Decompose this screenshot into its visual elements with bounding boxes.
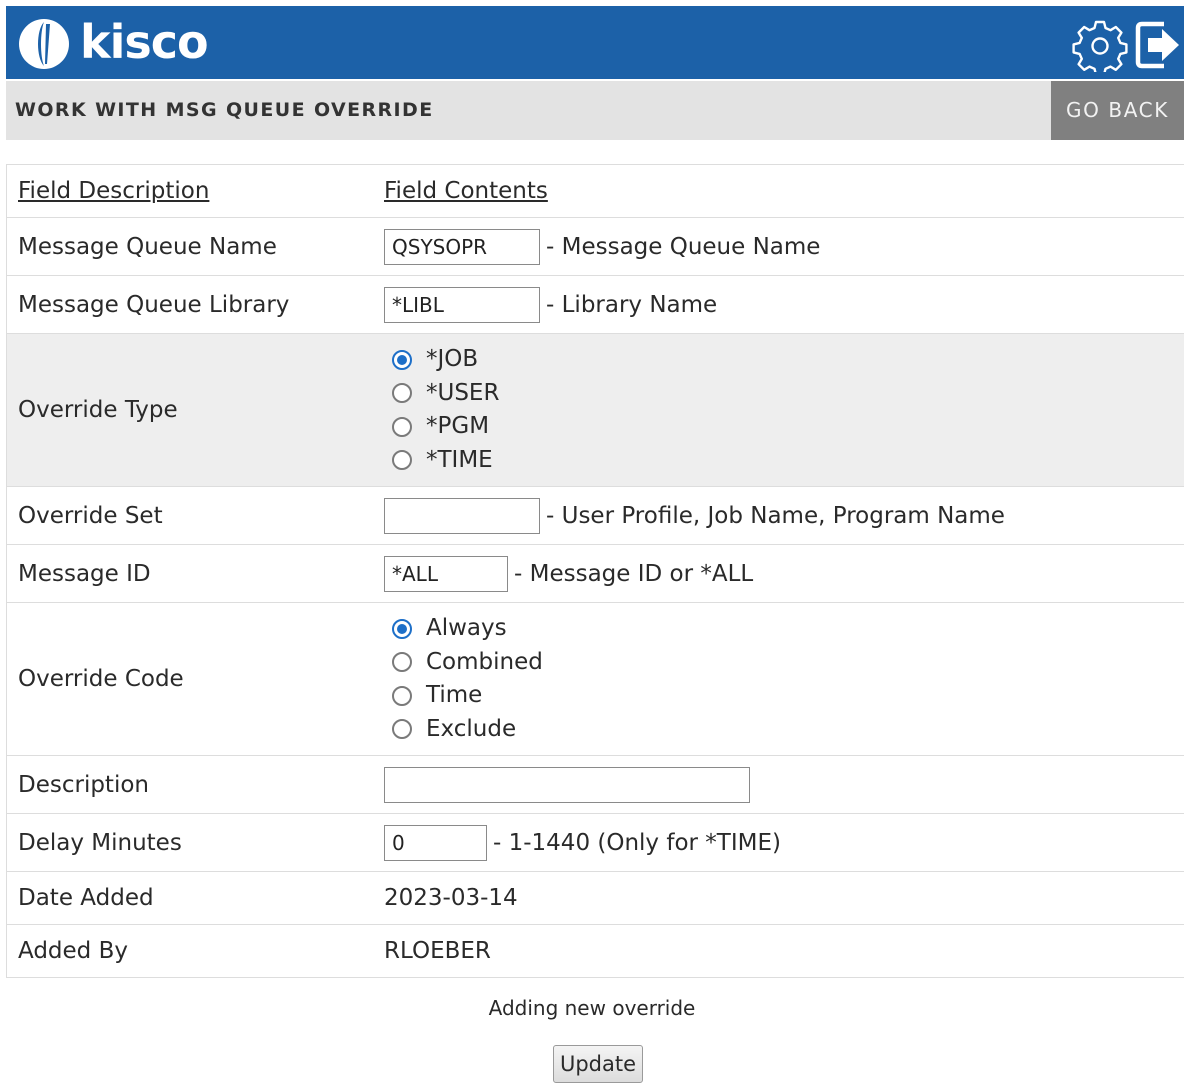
radio-option[interactable]: *PGM [392,410,1184,444]
exit-icon[interactable] [1134,16,1184,72]
field-label: Override Type [6,333,384,487]
radio-label: Always [426,615,507,641]
radio-label: Combined [426,648,543,675]
radio-button[interactable] [392,719,412,740]
field-label: Date Added [6,871,384,925]
page-title: WORK WITH MSG QUEUE OVERRIDE [15,99,434,121]
title-bar: WORK WITH MSG QUEUE OVERRIDE GO BACK [6,81,1184,140]
row-override-code: Override Code Always Combined Time Exclu… [6,602,1184,756]
row-message-queue-library: Message Queue Library *LIBL - Library Nam… [6,275,1184,334]
gear-icon[interactable] [1072,16,1128,72]
radio-label: Time [426,682,483,708]
message-id-input[interactable]: *ALL [384,555,508,592]
header-bar: kisco [6,6,1184,79]
added-by-value: RLOEBER [384,924,1184,978]
field-label: Message Queue Name [6,217,384,276]
override-set-input[interactable] [384,497,540,534]
row-added-by: Added By RLOEBER [6,924,1184,978]
table-header-row: Field Description Field Contents [6,164,1184,218]
radio-button-selected[interactable] [392,349,412,370]
brand-name: kisco [80,15,209,69]
go-back-button[interactable]: GO BACK [1051,81,1184,140]
field-hint: - Message Queue Name [546,233,821,260]
radio-button[interactable] [392,416,412,437]
date-added-value: 2023-03-14 [384,871,1184,925]
field-hint: - Message ID or *ALL [514,560,754,587]
description-input[interactable] [384,766,750,803]
radio-button[interactable] [392,450,412,471]
radio-option[interactable]: Combined [392,646,1184,680]
field-hint: - 1-1440 (Only for *TIME) [493,829,781,856]
delay-minutes-input[interactable]: 0 [384,824,487,861]
column-header-field-description[interactable]: Field Description [18,178,209,204]
row-override-type: Override Type *JOB *USER *PGM *TIME [6,333,1184,487]
radio-label: Exclude [426,715,517,742]
radio-option[interactable]: *USER [392,377,1184,411]
override-code-radio-group: Always Combined Time Exclude [384,606,1184,752]
radio-label: *TIME [426,446,493,473]
radio-option[interactable]: Time [392,679,1184,713]
radio-button[interactable] [392,383,412,404]
radio-option[interactable]: Exclude [392,713,1184,747]
update-button[interactable]: Update [553,1045,643,1083]
row-description: Description [6,755,1184,814]
radio-button[interactable] [392,652,412,673]
radio-option[interactable]: *JOB [392,343,1184,377]
field-label: Description [6,755,384,814]
field-hint: - Library Name [546,291,718,318]
field-hint: - User Profile, Job Name, Program Name [546,502,1005,529]
status-message: Adding new override [488,996,696,1020]
field-label: Delay Minutes [6,813,384,872]
field-label: Override Code [6,602,384,756]
field-label: Added By [6,924,384,978]
row-date-added: Date Added 2023-03-14 [6,871,1184,925]
row-delay-minutes: Delay Minutes 0- 1-1440 (Only for *TIME) [6,813,1184,872]
radio-button[interactable] [392,685,412,706]
field-label: Message ID [6,544,384,603]
row-message-id: Message ID *ALL - Message ID or *ALL [6,544,1184,603]
column-header-field-contents[interactable]: Field Contents [384,178,548,204]
radio-button-selected[interactable] [392,618,412,639]
row-message-queue-name: Message Queue Name QSYSOPR - Message Queu… [6,217,1184,276]
radio-label: *USER [426,379,500,406]
radio-label: *PGM [426,413,490,439]
radio-label: *JOB [426,346,479,372]
row-override-set: Override Set - User Profile, Job Name, P… [6,486,1184,545]
override-form-table: Field Description Field Contents Message… [6,164,1184,978]
override-type-radio-group: *JOB *USER *PGM *TIME [384,337,1184,483]
message-queue-name-input[interactable]: QSYSOPR [384,228,540,265]
radio-option[interactable]: Always [392,612,1184,646]
message-queue-library-input[interactable]: *LIBL [384,286,540,323]
field-label: Override Set [6,486,384,545]
radio-option[interactable]: *TIME [392,444,1184,478]
kisco-logo-icon [19,19,69,69]
field-label: Message Queue Library [6,275,384,334]
